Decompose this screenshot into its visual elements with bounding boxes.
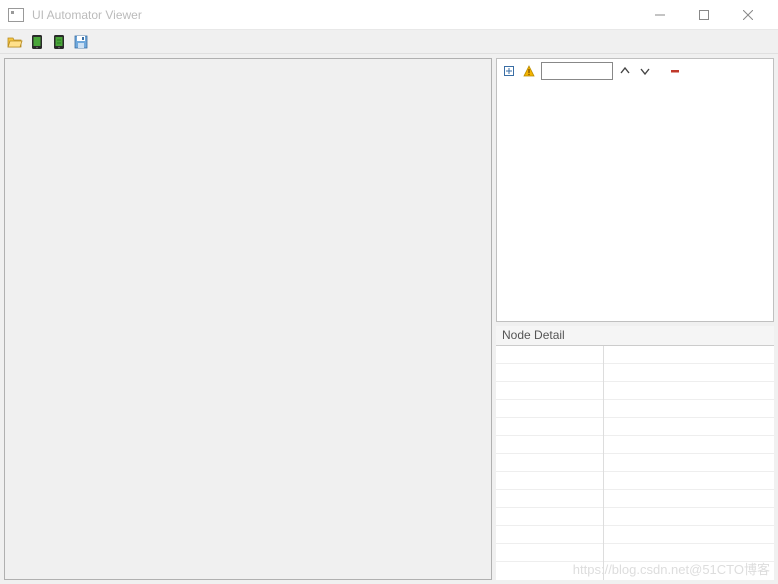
hierarchy-panel — [496, 58, 774, 322]
window-controls — [638, 0, 770, 30]
node-detail-header: Node Detail — [496, 326, 774, 346]
clear-icon[interactable] — [667, 63, 683, 79]
detail-key-column — [496, 346, 604, 580]
table-row — [604, 472, 774, 490]
warning-icon[interactable] — [521, 63, 537, 79]
window-title: UI Automator Viewer — [32, 8, 638, 22]
device-screenshot-compressed-icon[interactable] — [50, 33, 68, 51]
node-detail-table — [496, 346, 774, 580]
table-row — [496, 544, 603, 562]
open-folder-icon[interactable] — [6, 33, 24, 51]
screenshot-panel — [4, 58, 492, 580]
maximize-button[interactable] — [682, 0, 726, 30]
main-toolbar — [0, 30, 778, 54]
expand-all-icon[interactable] — [501, 63, 517, 79]
right-pane: Node Detail — [496, 58, 774, 580]
table-row — [604, 418, 774, 436]
table-row — [604, 346, 774, 364]
prev-icon[interactable] — [617, 63, 633, 79]
table-row — [604, 526, 774, 544]
minimize-button[interactable] — [638, 0, 682, 30]
search-input[interactable] — [541, 62, 613, 80]
table-row — [604, 436, 774, 454]
content-area: Node Detail — [0, 54, 778, 584]
close-button[interactable] — [726, 0, 770, 30]
table-row — [604, 364, 774, 382]
app-icon — [8, 8, 24, 22]
titlebar: UI Automator Viewer — [0, 0, 778, 30]
table-row — [604, 544, 774, 562]
table-row — [496, 526, 603, 544]
node-detail-panel: Node Detail — [496, 326, 774, 580]
device-screenshot-icon[interactable] — [28, 33, 46, 51]
next-icon[interactable] — [637, 63, 653, 79]
table-row — [604, 400, 774, 418]
table-row — [604, 382, 774, 400]
table-row — [496, 508, 603, 526]
table-row — [496, 400, 603, 418]
detail-value-column — [604, 346, 774, 580]
tree-toolbar — [497, 59, 773, 83]
table-row — [496, 418, 603, 436]
save-icon[interactable] — [72, 33, 90, 51]
table-row — [604, 490, 774, 508]
table-row — [496, 436, 603, 454]
table-row — [496, 454, 603, 472]
table-row — [604, 454, 774, 472]
table-row — [496, 472, 603, 490]
table-row — [496, 346, 603, 364]
table-row — [496, 382, 603, 400]
table-row — [496, 364, 603, 382]
hierarchy-tree[interactable] — [497, 83, 773, 321]
table-row — [496, 490, 603, 508]
table-row — [604, 508, 774, 526]
